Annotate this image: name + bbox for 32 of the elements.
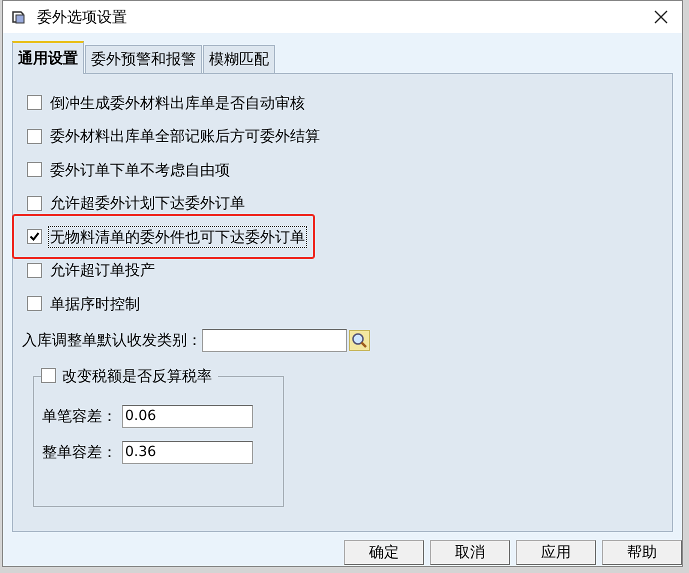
dialog-button[interactable]: 应用 [516,540,596,565]
checkbox[interactable] [27,95,42,110]
field-label: 入库调整单默认收发类别： [22,330,202,351]
checkbox-label[interactable]: 单据序时控制 [49,294,141,314]
dialog-button[interactable]: 取消 [430,540,510,565]
checkbox[interactable] [27,262,42,278]
checkbox[interactable] [27,196,42,211]
close-icon[interactable] [654,10,668,24]
field-label: 整单容差： [42,442,118,463]
checkbox-label[interactable]: 允许超订单投产 [49,260,156,280]
checkbox[interactable] [27,128,42,144]
category-input-field[interactable] [202,328,347,352]
checkbox[interactable] [41,368,56,384]
checkbox-label[interactable]: 允许超委外计划下达委外订单 [49,193,246,214]
window-title: 委外选项设置 [37,6,127,28]
checkbox-label[interactable]: 委外材料出库单全部记账后方可委外结算 [49,126,321,146]
window-icon [11,9,27,25]
dialog-button[interactable]: 帮助 [602,540,682,565]
input-field[interactable]: 0.06 [122,404,253,428]
tab[interactable]: 模糊匹配 [203,45,275,73]
checkbox-label[interactable]: 委外订单下单不考虑自由项 [49,160,231,180]
checkbox[interactable] [27,229,42,244]
dialog-button[interactable]: 确定 [344,540,424,565]
field-label: 单笔容差： [42,406,118,427]
search-icon[interactable] [349,330,370,350]
checkbox[interactable] [27,162,42,178]
checkbox[interactable] [27,296,42,312]
input-field[interactable]: 0.36 [122,440,253,464]
checkbox-label[interactable]: 倒冲生成委外材料出库单是否自动审核 [49,92,306,113]
checkbox-label[interactable]: 无物料清单的委外件也可下达委外订单 [49,226,306,247]
tab[interactable]: 委外预警和报警 [85,45,202,73]
tab[interactable]: 通用设置 [12,41,84,74]
